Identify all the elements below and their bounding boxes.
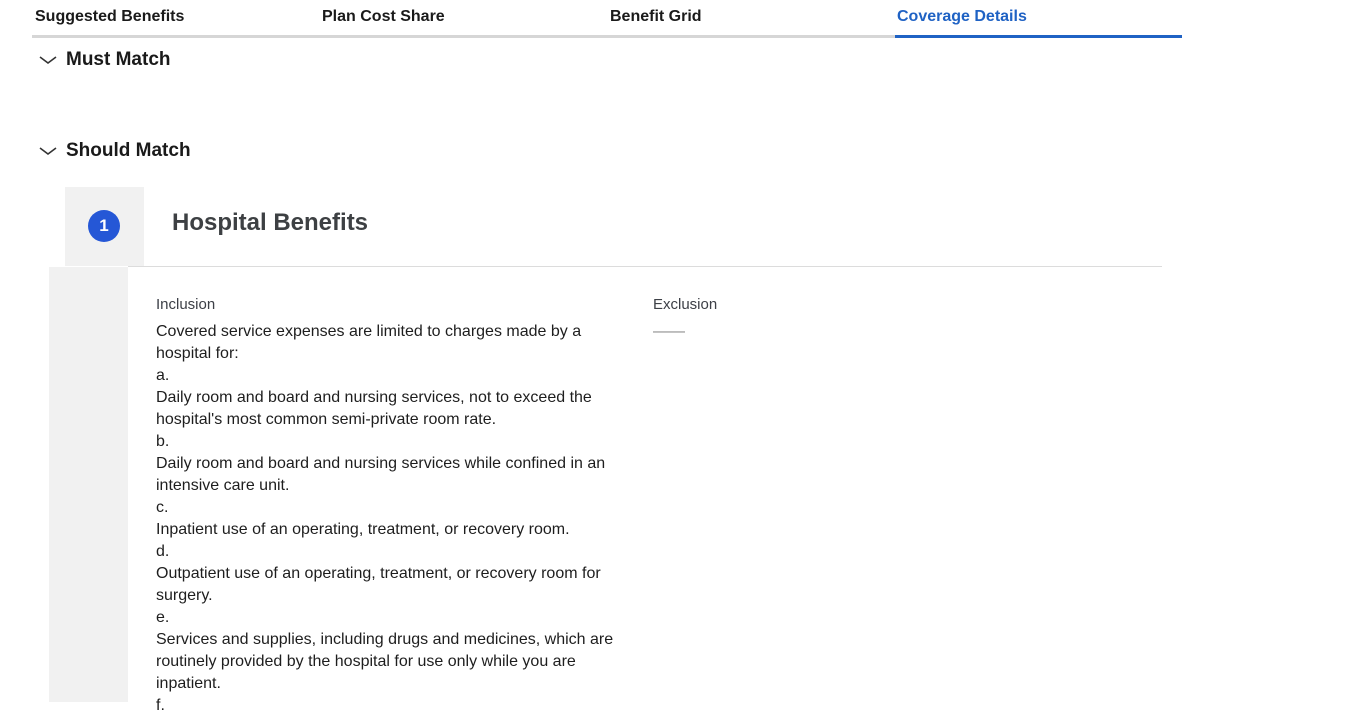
- inclusion-line: Daily room and board and nursing service…: [156, 389, 592, 428]
- divider: [128, 266, 1162, 267]
- must-match-header[interactable]: Must Match: [38, 49, 171, 71]
- active-tab-indicator: [895, 35, 1182, 38]
- inclusion-line: Outpatient use of an operating, treatmen…: [156, 565, 601, 604]
- inclusion-line: c.: [156, 499, 169, 516]
- benefit-number-badge: 1: [88, 210, 120, 242]
- benefit-number-panel: 1: [65, 187, 144, 266]
- inclusion-line: d.: [156, 543, 170, 560]
- chevron-down-icon: [39, 56, 57, 64]
- inclusion-text: Covered service expenses are limited to …: [156, 321, 634, 717]
- benefit-title: Hospital Benefits: [172, 209, 369, 236]
- should-match-title: Should Match: [66, 140, 191, 161]
- inclusion-line: e.: [156, 609, 170, 626]
- inclusion-line: Inpatient use of an operating, treatment…: [156, 521, 570, 538]
- tab-bar: Suggested Benefits Plan Cost Share Benef…: [32, 0, 1182, 38]
- chevron-down-icon: [39, 147, 57, 155]
- inclusion-line: a.: [156, 367, 170, 384]
- tab-coverage-details[interactable]: Coverage Details: [897, 8, 1027, 26]
- exclusion-label: Exclusion: [653, 296, 718, 313]
- tab-plan-cost-share[interactable]: Plan Cost Share: [322, 8, 445, 26]
- tab-benefit-grid[interactable]: Benefit Grid: [610, 8, 702, 26]
- tab-suggested-benefits[interactable]: Suggested Benefits: [35, 8, 184, 26]
- inclusion-line: f.: [156, 697, 165, 714]
- must-match-title: Must Match: [66, 49, 171, 70]
- exclusion-value: ——: [653, 323, 685, 340]
- inclusion-line: Services and supplies, including drugs a…: [156, 631, 614, 692]
- should-match-header[interactable]: Should Match: [38, 140, 191, 162]
- inclusion-label: Inclusion: [156, 296, 216, 313]
- inclusion-line: Covered service expenses are limited to …: [156, 323, 582, 362]
- inclusion-line: Daily room and board and nursing service…: [156, 455, 606, 494]
- card-side-strip: [49, 267, 128, 702]
- inclusion-line: b.: [156, 433, 170, 450]
